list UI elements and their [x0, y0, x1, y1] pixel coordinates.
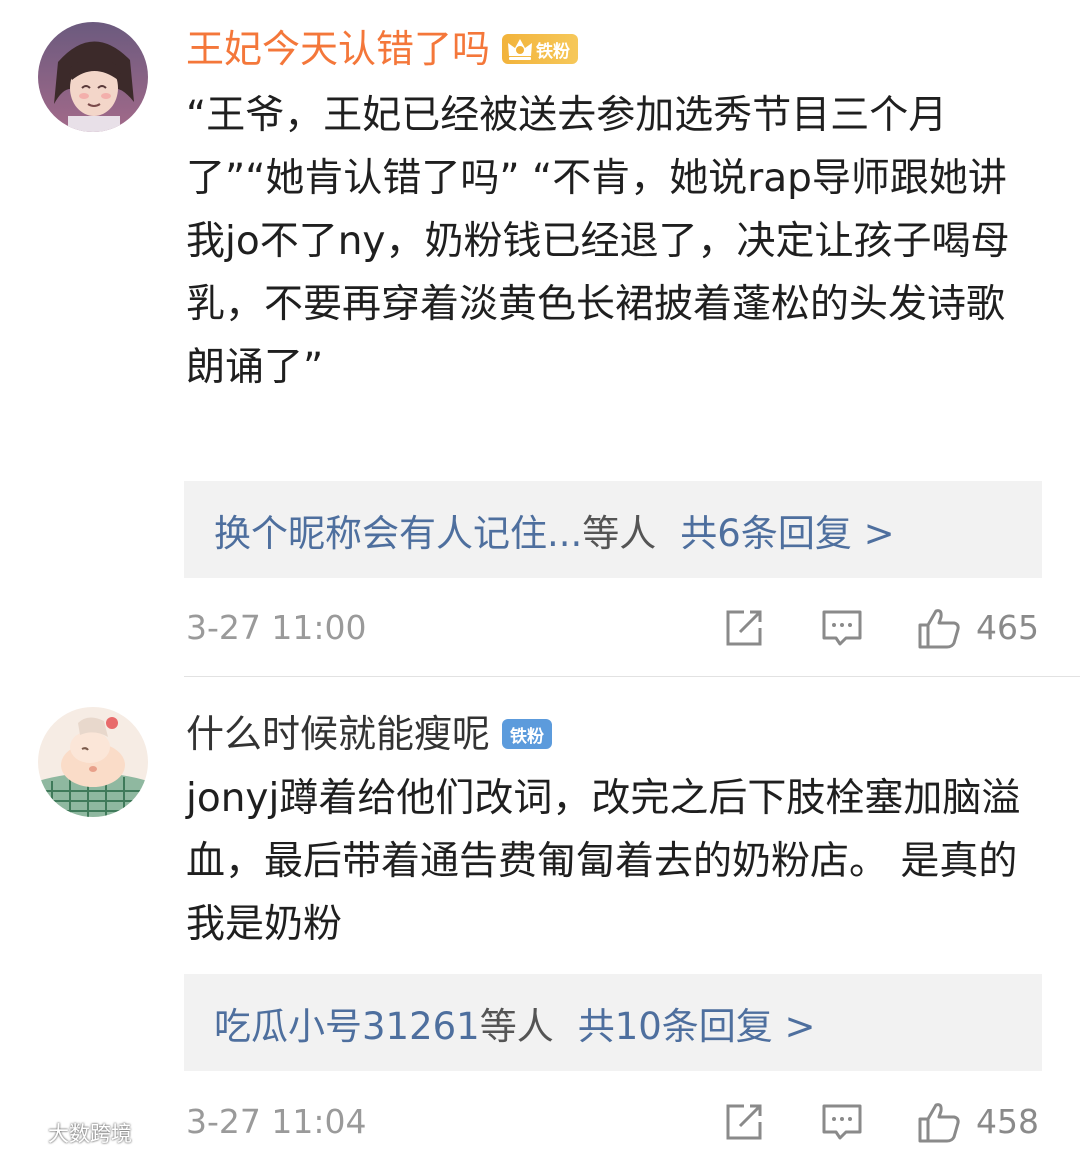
comment-text: “王爷，王妃已经被送去参加选秀节目三个月了”“她肯认错了吗” “不肯，她说rap…: [186, 93, 1010, 390]
avatar[interactable]: [38, 22, 148, 132]
comment-text: jonyj蹲着给他们改词，改完之后下肢栓塞加脑溢血，最后带着通告费匍匐着去的奶粉…: [186, 776, 1021, 947]
reply-names[interactable]: 吃瓜小号31261: [214, 996, 480, 1050]
share-button[interactable]: [722, 604, 766, 652]
comment-button[interactable]: [820, 1098, 864, 1146]
share-icon: [726, 610, 762, 646]
reply-suffix: 等人: [479, 1004, 554, 1048]
reply-names[interactable]: 换个昵称会有人记住...: [214, 503, 582, 557]
watermark: 大数跨境: [8, 1118, 132, 1148]
timestamp: 3-27 11:00: [186, 608, 367, 647]
timestamp: 3-27 11:04: [186, 1102, 367, 1141]
comment-button[interactable]: [820, 604, 864, 652]
fan-badge-label: 铁粉: [536, 41, 571, 62]
like-button[interactable]: 465: [916, 604, 1039, 652]
share-button[interactable]: [722, 1098, 766, 1146]
reply-suffix: 等人: [582, 511, 657, 555]
like-count: 458: [976, 1102, 1039, 1141]
comment-item: 什么时候就能瘦呢 铁粉 jonyj蹲着给他们改词，改完之后下肢栓塞加脑溢血，最后…: [0, 677, 1080, 1153]
like-icon: [918, 609, 960, 649]
reply-count-link[interactable]: 共6条回复 >: [680, 503, 894, 557]
avatar[interactable]: [38, 707, 148, 817]
like-count: 465: [976, 608, 1039, 647]
share-icon: [726, 1104, 762, 1140]
weibo-logo-icon: [8, 1122, 41, 1146]
fan-badge[interactable]: 铁粉: [502, 719, 553, 749]
comment-icon: [822, 1104, 862, 1140]
comment-meta: 3-27 11:00 465: [186, 604, 1042, 652]
comment-meta: 3-27 11:04 458: [186, 1098, 1042, 1146]
crown-icon: [508, 39, 533, 60]
username[interactable]: 王妃今天认错了吗: [186, 24, 490, 74]
reply-preview[interactable]: 吃瓜小号31261 等人 共10条回复 >: [184, 974, 1042, 1071]
watermark-text: 大数跨境: [48, 1122, 132, 1146]
like-button[interactable]: 458: [916, 1098, 1039, 1146]
reply-count-link[interactable]: 共10条回复 >: [578, 996, 816, 1050]
fan-badge-label: 铁粉: [510, 726, 545, 747]
like-icon: [918, 1103, 960, 1143]
comment-icon: [822, 610, 862, 646]
username[interactable]: 什么时候就能瘦呢: [186, 709, 490, 759]
fan-badge[interactable]: 铁粉: [502, 34, 579, 64]
comment-item: 王妃今天认错了吗 铁粉 “王爷，王妃已经被送去参加选秀节目三个月了”“她肯认错了…: [0, 0, 1080, 676]
reply-preview[interactable]: 换个昵称会有人记住... 等人 共6条回复 >: [184, 481, 1042, 578]
